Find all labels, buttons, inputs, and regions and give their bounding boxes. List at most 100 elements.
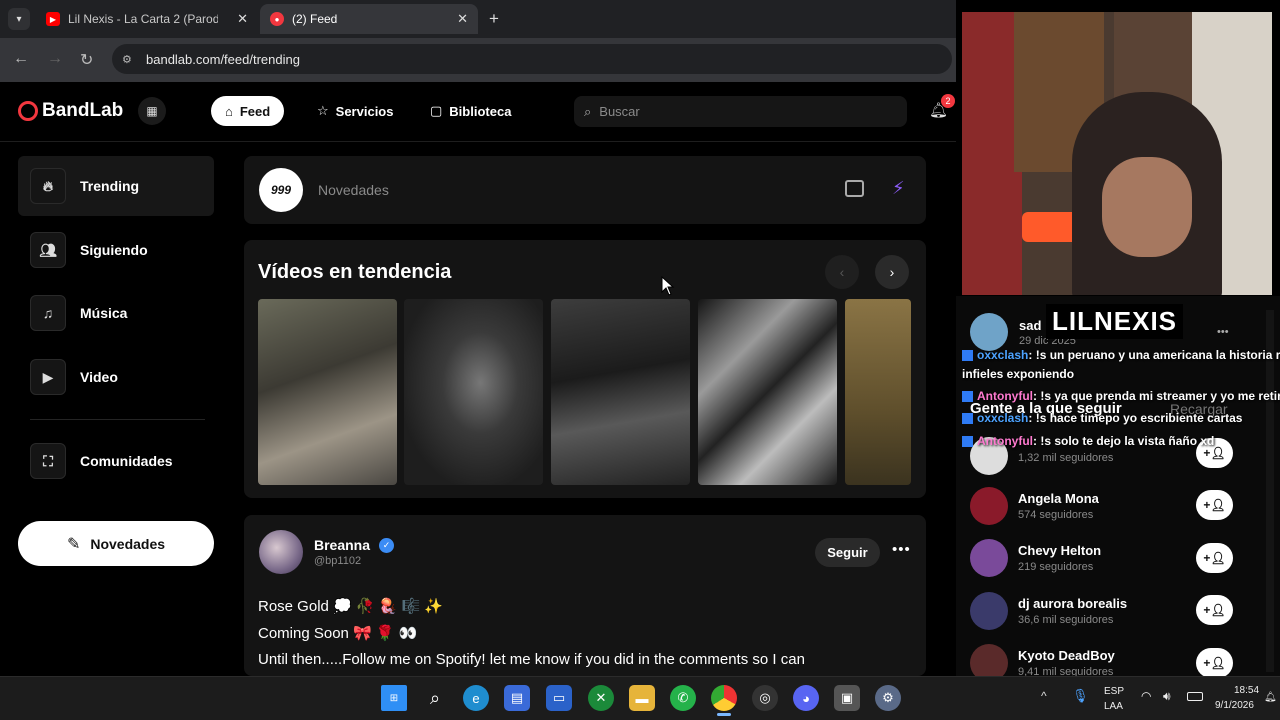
bandlab-icon: ● bbox=[270, 12, 284, 26]
new-tab-icon[interactable]: + bbox=[489, 9, 499, 29]
apps-grid-icon[interactable]: ▦ bbox=[138, 97, 166, 125]
flame-icon: 🔥︎ bbox=[30, 168, 66, 204]
chevron-up-icon[interactable]: ^ bbox=[1041, 689, 1047, 703]
post-text-line: Rose Gold 💭 🥀 🪼 🎼 ✨ bbox=[258, 598, 444, 615]
tab-youtube[interactable]: ▶ Lil Nexis - La Carta 2 (Parodia) ✕ bbox=[36, 4, 258, 34]
back-icon[interactable]: ← bbox=[13, 50, 29, 68]
avatar bbox=[970, 592, 1008, 630]
notification-bell-icon[interactable]: 🔔︎ bbox=[1264, 692, 1277, 703]
chat-message: oxxclash: !s un peruano y una americana … bbox=[962, 348, 1280, 362]
suggestion-name: Angela Mona bbox=[1018, 491, 1099, 506]
tab-list-button[interactable]: ▾ bbox=[8, 8, 30, 30]
sidebar-label: Trending bbox=[80, 178, 140, 194]
tab-feed[interactable]: ● (2) Feed ✕ bbox=[260, 4, 478, 34]
more-options-icon[interactable]: ••• bbox=[892, 541, 911, 558]
user-name[interactable]: sad bbox=[1019, 318, 1041, 333]
follow-button[interactable]: Seguir bbox=[815, 538, 880, 567]
settings-icon[interactable]: ⚙ bbox=[875, 685, 901, 711]
battery-icon[interactable] bbox=[1187, 692, 1203, 701]
nav-feed[interactable]: ⌂ Feed bbox=[211, 96, 285, 126]
video-thumbnail[interactable] bbox=[404, 299, 543, 485]
site-info-icon[interactable]: ⚙ bbox=[122, 53, 132, 66]
suggestion-name: dj aurora borealis bbox=[1018, 596, 1128, 611]
section-title: Vídeos en tendencia bbox=[258, 261, 452, 283]
gta-icon[interactable]: ▣ bbox=[834, 685, 860, 711]
forward-icon[interactable]: → bbox=[47, 50, 63, 68]
suggestion-row[interactable]: Angela Mona 574 seguidores bbox=[970, 486, 1234, 526]
chat-message: infieles exponiendo bbox=[962, 367, 1075, 381]
video-thumbnail[interactable] bbox=[698, 299, 837, 485]
people-icon: 👥︎ bbox=[30, 232, 66, 268]
close-icon[interactable]: ✕ bbox=[457, 11, 468, 27]
clock-date[interactable]: 9/1/2026 bbox=[1215, 700, 1254, 711]
chat-message: Antonyful: !s solo te dejo la vista ñaño… bbox=[962, 434, 1214, 448]
windows-start-icon[interactable]: ⊞ bbox=[381, 685, 407, 711]
suggestion-row[interactable]: Chevy Helton 219 seguidores bbox=[970, 538, 1234, 578]
follow-user-button[interactable]: +👤︎ bbox=[1196, 543, 1233, 573]
clock-time[interactable]: 18:54 bbox=[1234, 685, 1259, 696]
edge-icon[interactable]: e bbox=[463, 685, 489, 711]
url-field[interactable]: ⚙ bandlab.com/feed/trending bbox=[112, 44, 952, 74]
microphone-icon[interactable]: 🎙︎ bbox=[1072, 688, 1089, 704]
sidebar-item-siguiendo[interactable]: 👥︎ Siguiendo bbox=[18, 220, 214, 280]
url-text: bandlab.com/feed/trending bbox=[146, 51, 300, 67]
input-language[interactable]: ESP bbox=[1104, 686, 1124, 697]
follow-user-button[interactable]: +👤︎ bbox=[1196, 595, 1233, 625]
video-thumbnail[interactable] bbox=[845, 299, 911, 485]
avatar[interactable]: 999 bbox=[259, 168, 303, 212]
follow-user-button[interactable]: +👤︎ bbox=[1196, 490, 1233, 520]
discord-icon[interactable]: ◕ bbox=[793, 685, 819, 711]
avatar[interactable] bbox=[970, 313, 1008, 351]
sidebar-item-video[interactable]: ▶ Video bbox=[18, 347, 214, 407]
whatsapp-icon[interactable]: ✆ bbox=[670, 685, 696, 711]
app-icon[interactable]: ▭ bbox=[546, 685, 572, 711]
scrollbar[interactable] bbox=[1266, 310, 1274, 672]
sidebar-item-comunidades[interactable]: ⛶ Comunidades bbox=[18, 431, 214, 491]
video-thumbnail[interactable] bbox=[258, 299, 397, 485]
suggestion-name: Chevy Helton bbox=[1018, 543, 1102, 558]
avatar[interactable] bbox=[259, 530, 303, 574]
reload-icon[interactable]: ↻ bbox=[80, 50, 93, 70]
follow-user-button[interactable]: +👤︎ bbox=[1196, 648, 1233, 678]
sidebar-label: Música bbox=[80, 305, 128, 321]
logo-text: BandLab bbox=[42, 100, 124, 121]
nav-servicios[interactable]: ☆ Servicios bbox=[303, 96, 407, 126]
post-text-line: Coming Soon 🎀 🌹 👀 bbox=[258, 625, 418, 642]
post-text-line: Until then.....Follow me on Spotify! let… bbox=[258, 651, 805, 668]
xbox-icon[interactable]: ✕ bbox=[588, 685, 614, 711]
new-post-button[interactable]: ✎ Novedades bbox=[18, 521, 214, 566]
search-input[interactable]: ⌕ Buscar bbox=[574, 96, 907, 127]
volume-icon[interactable]: 🔊︎ bbox=[1163, 689, 1171, 704]
search-placeholder: Buscar bbox=[599, 104, 640, 119]
sidebar-divider bbox=[30, 419, 205, 420]
file-explorer-icon[interactable]: ▬ bbox=[629, 685, 655, 711]
obs-icon[interactable]: ◎ bbox=[752, 685, 778, 711]
bandlab-logo[interactable]: BandLab bbox=[18, 100, 123, 122]
suggestion-row[interactable]: dj aurora borealis 36,6 mil seguidores bbox=[970, 591, 1234, 631]
keyboard-layout[interactable]: LAA bbox=[1104, 701, 1123, 712]
tab-title: (2) Feed bbox=[292, 12, 338, 26]
image-icon[interactable] bbox=[845, 180, 864, 197]
composer-input[interactable]: Novedades bbox=[318, 182, 389, 198]
wifi-icon[interactable]: ◠ bbox=[1141, 689, 1151, 703]
suggestion-followers: 36,6 mil seguidores bbox=[1018, 614, 1114, 626]
nav-biblioteca[interactable]: ▢ Biblioteca bbox=[416, 96, 525, 126]
star-icon: ☆ bbox=[317, 103, 329, 118]
more-options-icon[interactable]: ••• bbox=[1217, 326, 1229, 338]
sidebar-label: Video bbox=[80, 369, 118, 385]
carousel-prev-icon[interactable]: ‹ bbox=[825, 255, 859, 289]
sidebar-item-musica[interactable]: ♫ Música bbox=[18, 283, 214, 343]
close-icon[interactable]: ✕ bbox=[237, 11, 248, 27]
sidebar-item-trending[interactable]: 🔥︎ Trending bbox=[18, 156, 214, 216]
chat-message: oxxclash: !s hace timepo yo escribiente … bbox=[962, 411, 1242, 425]
chrome-icon[interactable] bbox=[711, 685, 737, 711]
carousel-next-icon[interactable]: › bbox=[875, 255, 909, 289]
verified-icon: ✓ bbox=[379, 538, 394, 553]
store-icon[interactable]: ▤ bbox=[504, 685, 530, 711]
lightning-icon[interactable]: ⚡︎ bbox=[892, 178, 905, 199]
video-thumbnail[interactable] bbox=[551, 299, 690, 485]
bandlab-logo-icon bbox=[18, 101, 38, 121]
nav-label: Biblioteca bbox=[449, 103, 512, 119]
post-author[interactable]: Breanna bbox=[314, 537, 370, 553]
search-icon[interactable]: ⌕ bbox=[422, 685, 448, 711]
